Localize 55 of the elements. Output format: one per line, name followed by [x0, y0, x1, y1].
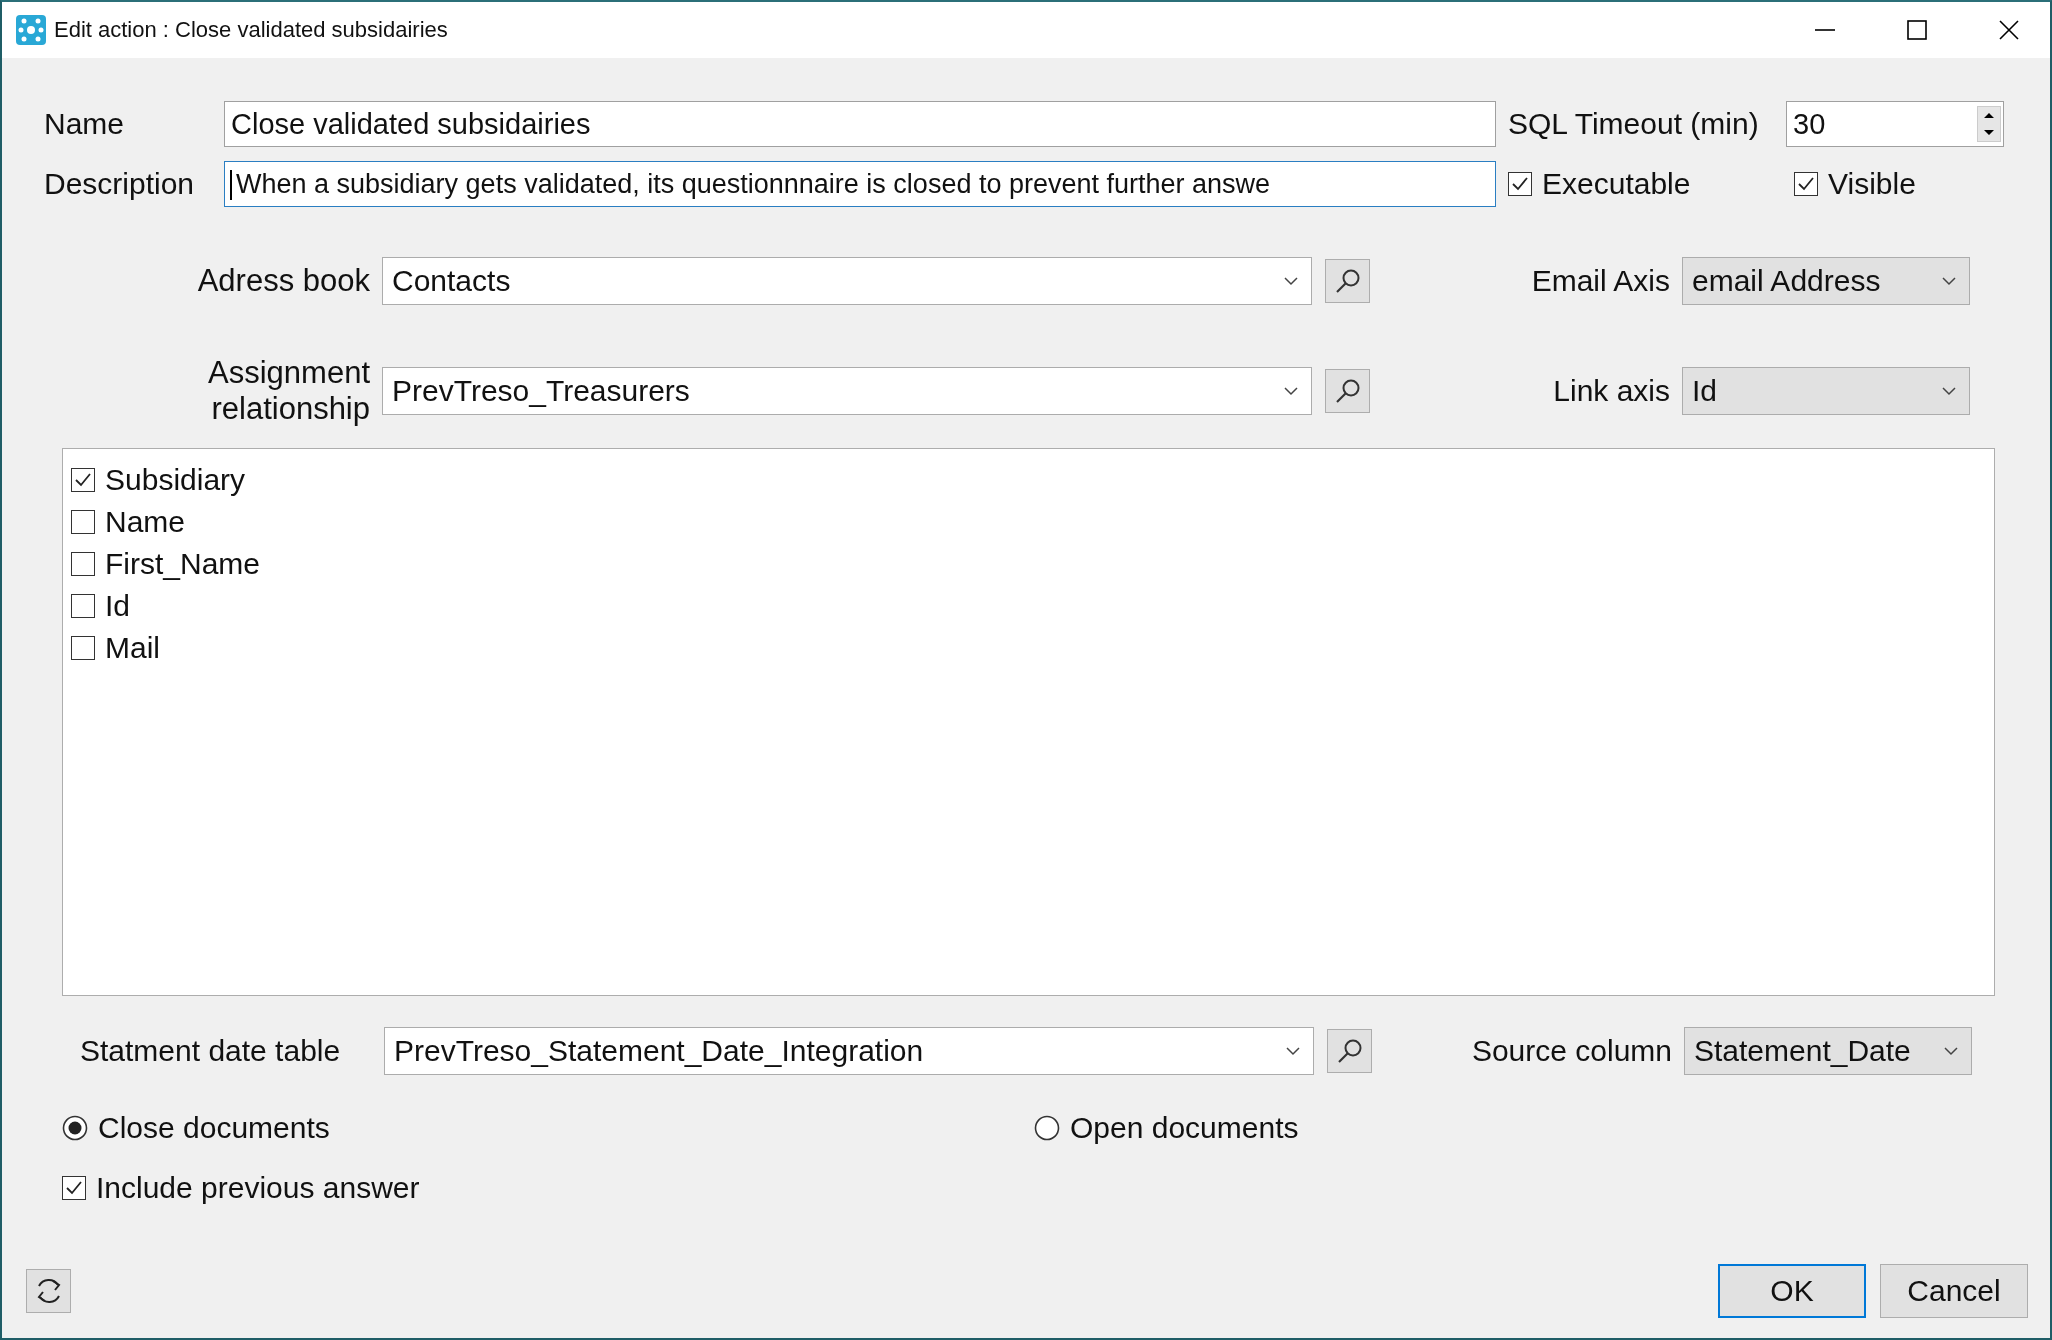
checkbox[interactable]: [71, 510, 95, 534]
checkbox[interactable]: [71, 468, 95, 492]
dropdown[interactable]: PrevTreso_Treasurers: [382, 367, 1312, 415]
refresh-button[interactable]: [26, 1269, 71, 1313]
field-label: Assignment relationship: [207, 355, 370, 427]
description-field[interactable]: When a subsidiary gets validated, its questionnnaire is closed to prevent further answe: [224, 161, 1496, 207]
checkbox-label: Mail: [105, 631, 160, 665]
radio-label: Close documents: [98, 1111, 330, 1145]
checkbox[interactable]: [62, 1176, 86, 1200]
search-button[interactable]: [1325, 259, 1370, 303]
dropdown[interactable]: email Address: [1682, 257, 1970, 305]
chevron-down-icon: [1283, 276, 1299, 286]
field-label: Email Axis: [1530, 264, 1670, 298]
dropdown[interactable]: Id: [1682, 367, 1970, 415]
checkbox[interactable]: [71, 552, 95, 576]
dropdown[interactable]: Statement_Date: [1684, 1027, 1972, 1075]
checkbox[interactable]: [1508, 172, 1532, 196]
radio-button[interactable]: [1034, 1115, 1060, 1141]
radio-button[interactable]: [62, 1115, 88, 1141]
checkbox-label: Name: [105, 505, 186, 539]
field-label: Description: [43, 167, 196, 201]
spin-arrows-icon[interactable]: [1977, 106, 2001, 142]
field-label: Source column: [1470, 1034, 1672, 1068]
checkbox[interactable]: [1794, 172, 1818, 196]
chevron-down-icon: [1941, 276, 1957, 286]
radio-label: Open documents: [1070, 1111, 1299, 1145]
close-icon[interactable]: [1998, 19, 2020, 41]
chevron-down-icon: [1283, 386, 1299, 396]
field-label: Link axis: [1552, 374, 1670, 408]
field-label: Name: [43, 107, 126, 141]
checkbox-label: Id: [105, 589, 131, 623]
timeout-spinbox[interactable]: 30: [1786, 101, 2004, 147]
field-label: Statment date table: [80, 1034, 342, 1068]
checkbox-label: Include previous answer: [96, 1171, 420, 1205]
chevron-down-icon: [1941, 386, 1957, 396]
field-label: Adress book: [196, 263, 370, 299]
checkbox[interactable]: [71, 636, 95, 660]
checkbox-label: Visible: [1828, 167, 1916, 201]
maximize-icon[interactable]: [1906, 19, 1928, 41]
dropdown[interactable]: Contacts: [382, 257, 1312, 305]
checkbox-label: First_Name: [105, 547, 261, 581]
app-logo-icon: [16, 15, 46, 45]
dialog-button[interactable]: OK: [1718, 1264, 1866, 1318]
search-button[interactable]: [1327, 1029, 1372, 1073]
chevron-down-icon: [1285, 1046, 1301, 1056]
checkbox[interactable]: [71, 594, 95, 618]
checkbox-label: Executable: [1542, 167, 1691, 201]
name-field[interactable]: Close validated subsidairies: [224, 101, 1496, 147]
field-label: SQL Timeout (min): [1508, 107, 1760, 141]
search-button[interactable]: [1325, 369, 1370, 413]
dialog-button[interactable]: Cancel: [1880, 1264, 2028, 1318]
dropdown[interactable]: PrevTreso_Statement_Date_Integration: [384, 1027, 1314, 1075]
chevron-down-icon: [1943, 1046, 1959, 1056]
window-title: Edit action : Close validated subsidairies: [54, 17, 448, 43]
checkbox-label: Subsidiary: [105, 463, 246, 497]
